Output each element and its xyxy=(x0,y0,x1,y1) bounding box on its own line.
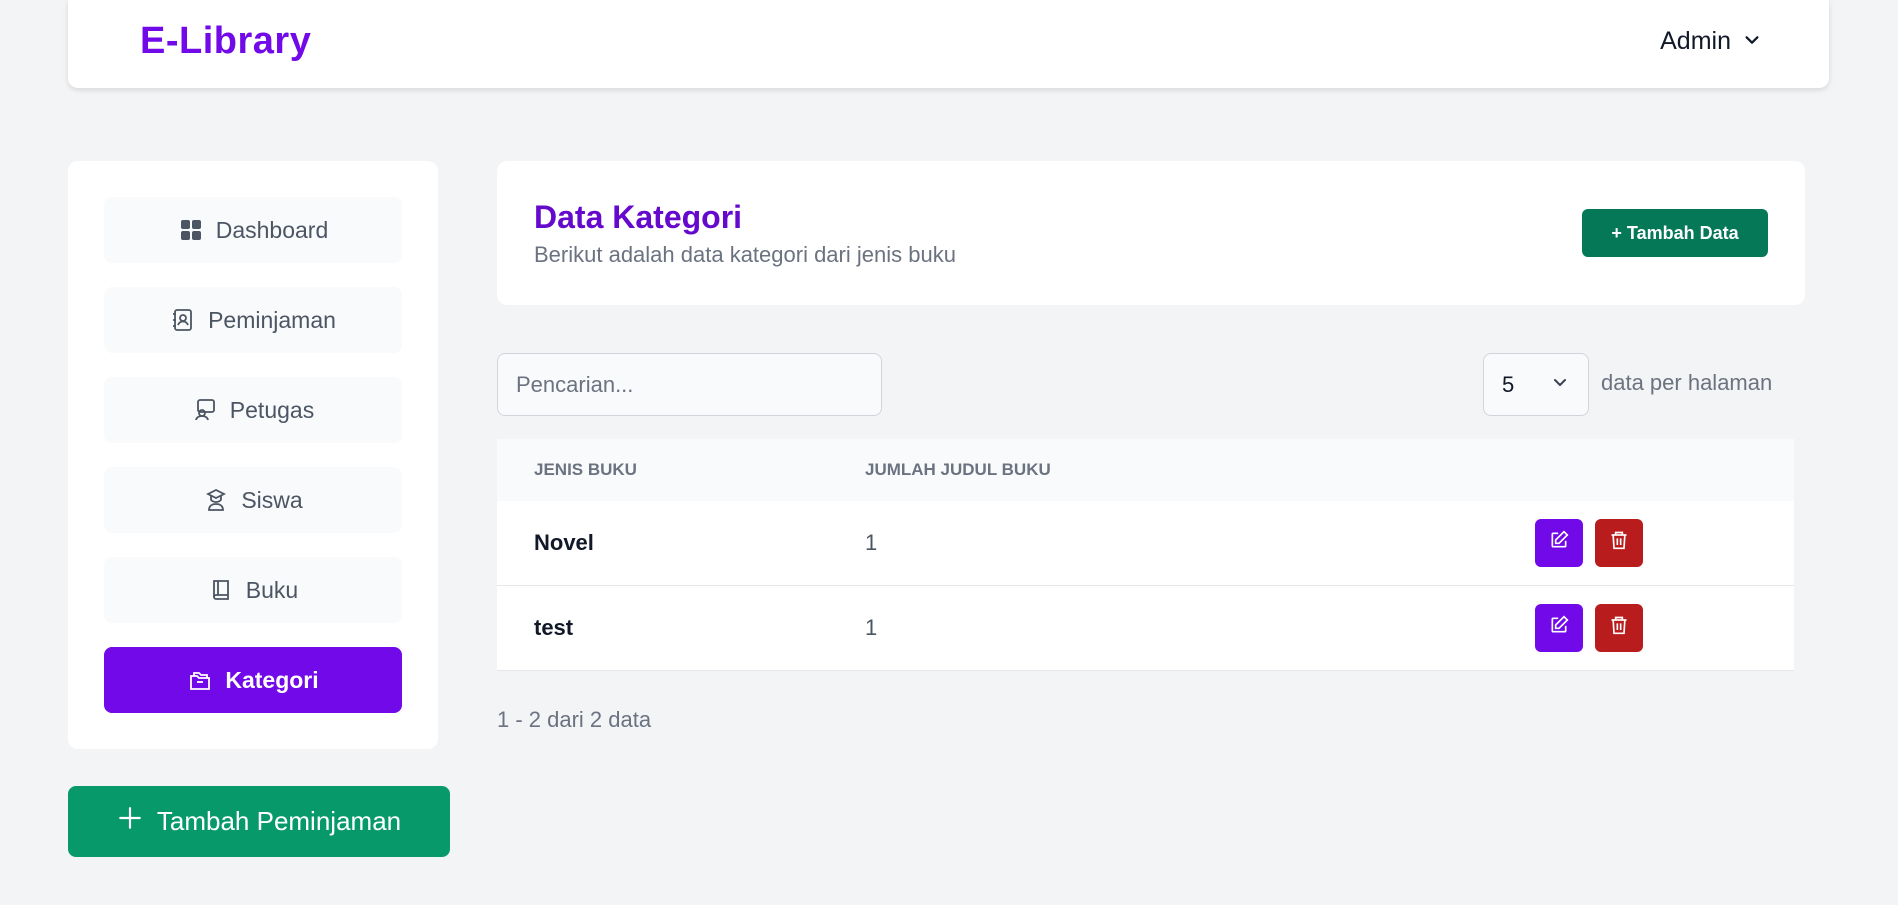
brand-logo[interactable]: E-Library xyxy=(140,20,311,63)
sidebar-item-label: Petugas xyxy=(229,396,315,423)
user-menu[interactable]: Admin xyxy=(1660,27,1761,56)
page-header-card: Data Kategori Berikut adalah data katego… xyxy=(497,161,1805,305)
column-header-jumlah: Jumlah Judul Buku xyxy=(865,460,1051,479)
dashboard-icon xyxy=(178,217,204,243)
book-icon xyxy=(208,577,234,603)
student-icon xyxy=(203,487,229,513)
sidebar-item-siswa[interactable]: Siswa xyxy=(104,467,402,533)
edit-icon xyxy=(1549,615,1569,641)
category-table: Jenis Buku Jumlah Judul Buku Novel 1 tes… xyxy=(497,439,1794,671)
delete-button[interactable] xyxy=(1595,519,1643,567)
trash-icon xyxy=(1609,530,1629,556)
cell-jenis: Novel xyxy=(534,530,594,555)
sidebar-item-label: Kategori xyxy=(225,666,319,693)
column-header-jenis: Jenis Buku xyxy=(534,460,637,479)
cell-jumlah: 1 xyxy=(865,530,878,555)
user-name: Admin xyxy=(1660,27,1731,55)
top-header: E-Library Admin xyxy=(68,0,1829,88)
edit-button[interactable] xyxy=(1535,604,1583,652)
cell-jenis: test xyxy=(534,615,574,640)
sidebar-item-peminjaman[interactable]: Peminjaman xyxy=(104,287,402,353)
chevron-down-icon xyxy=(1743,27,1761,56)
table-row: Novel 1 xyxy=(497,501,1794,586)
chevron-down-icon xyxy=(1550,372,1570,398)
sidebar-item-petugas[interactable]: Petugas xyxy=(104,377,402,443)
sidebar-item-label: Buku xyxy=(245,576,299,603)
per-page-value: 5 xyxy=(1502,371,1515,397)
sidebar-item-label: Dashboard xyxy=(215,216,329,243)
edit-icon xyxy=(1549,530,1569,556)
table-row: test 1 xyxy=(497,586,1794,671)
add-data-button[interactable]: + Tambah Data xyxy=(1582,209,1768,257)
per-page-select[interactable]: 5 xyxy=(1483,353,1589,416)
plus-icon xyxy=(117,805,143,838)
page-subtitle: Berikut adalah data kategori dari jenis … xyxy=(534,242,956,267)
folders-icon xyxy=(187,667,213,693)
trash-icon xyxy=(1609,615,1629,641)
search-input[interactable] xyxy=(497,353,882,416)
add-loan-label: Tambah Peminjaman xyxy=(156,806,402,836)
page-title: Data Kategori xyxy=(534,199,743,235)
add-loan-button[interactable]: Tambah Peminjaman xyxy=(68,786,450,857)
cell-jumlah: 1 xyxy=(865,615,878,640)
contact-book-icon xyxy=(170,307,196,333)
sidebar-item-buku[interactable]: Buku xyxy=(104,557,402,623)
sidebar-item-dashboard[interactable]: Dashboard xyxy=(104,197,402,263)
table-header: Jenis Buku Jumlah Judul Buku xyxy=(497,439,1794,501)
delete-button[interactable] xyxy=(1595,604,1643,652)
per-page-label: data per halaman xyxy=(1601,370,1773,395)
edit-button[interactable] xyxy=(1535,519,1583,567)
sidebar: Dashboard Peminjaman Petugas Siswa Buku … xyxy=(68,161,438,749)
sidebar-item-kategori[interactable]: Kategori xyxy=(104,647,402,713)
pagination-info: 1 - 2 dari 2 data xyxy=(497,707,652,732)
sidebar-item-label: Peminjaman xyxy=(208,306,336,333)
staff-icon xyxy=(192,397,218,423)
sidebar-item-label: Siswa xyxy=(241,486,303,513)
row-actions xyxy=(1535,604,1794,652)
row-actions xyxy=(1535,519,1794,567)
